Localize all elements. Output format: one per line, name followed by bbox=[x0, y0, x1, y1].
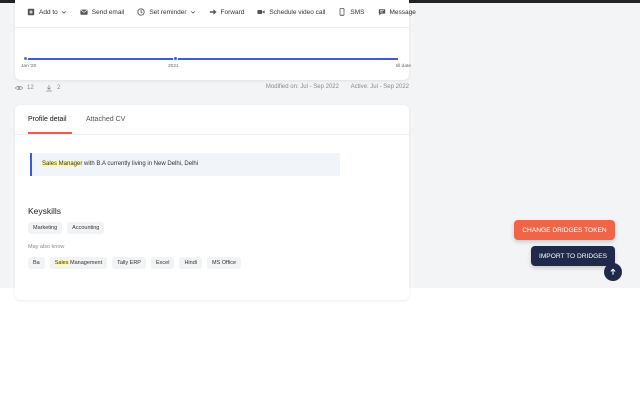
views-value: 12 bbox=[27, 85, 34, 91]
chat-icon bbox=[378, 9, 385, 16]
set-reminder-button[interactable]: Set reminder bbox=[137, 8, 195, 16]
forward-arrow-icon bbox=[209, 9, 217, 15]
action-toolbar: Add to Send email Set reminder Forward S… bbox=[27, 5, 429, 19]
skill-chip: Ba bbox=[28, 257, 45, 269]
sms-label: SMS bbox=[350, 8, 365, 16]
skill-chip: Sales Management bbox=[49, 257, 108, 269]
summary-highlight: Sales Manager bbox=[42, 161, 83, 167]
message-button[interactable]: Message bbox=[378, 8, 416, 16]
bookmark-add-icon bbox=[27, 8, 35, 16]
download-icon bbox=[46, 84, 52, 92]
may-also-know-label: May also know bbox=[28, 244, 65, 250]
forward-button[interactable]: Forward bbox=[209, 8, 245, 16]
skill-chip: Excel bbox=[150, 257, 175, 269]
skill-chip: Accounting bbox=[67, 222, 105, 234]
import-to-dridges-button[interactable]: IMPORT TO DRIDGES bbox=[531, 246, 615, 266]
divider bbox=[15, 27, 409, 28]
forward-label: Forward bbox=[220, 8, 245, 16]
timeline-mid-label: 2021 bbox=[168, 64, 179, 69]
timeline-mid-marker bbox=[173, 56, 178, 61]
modified-date: Modified on: Jul - Sep 2022 bbox=[265, 84, 339, 90]
profile-summary: Sales Manager with B.A currently living … bbox=[30, 153, 340, 176]
active-date: Active: Jul - Sep 2022 bbox=[350, 84, 409, 90]
active-tab-indicator bbox=[28, 132, 72, 134]
timeline-bar bbox=[26, 58, 398, 60]
skill-chip: MS Office bbox=[206, 257, 242, 269]
schedule-video-call-label: Schedule video call bbox=[269, 8, 326, 16]
video-camera-icon bbox=[257, 10, 265, 14]
downloads-count: 2 bbox=[45, 84, 60, 92]
profile-tabs: Profile detail Attached CV bbox=[15, 105, 409, 135]
eye-icon bbox=[15, 86, 23, 90]
downloads-value: 2 bbox=[57, 85, 61, 91]
schedule-video-call-button[interactable]: Schedule video call bbox=[257, 8, 325, 16]
message-label: Message bbox=[389, 8, 416, 16]
skill-chip: Hindi bbox=[179, 257, 202, 269]
set-reminder-label: Set reminder bbox=[149, 8, 187, 16]
keyskills-title: Keyskills bbox=[28, 206, 62, 216]
tab-profile-detail[interactable]: Profile detail bbox=[28, 116, 67, 123]
keyskills-list: Marketing Accounting bbox=[28, 222, 105, 234]
send-email-label: Send email bbox=[91, 8, 125, 16]
add-to-label: Add to bbox=[39, 8, 58, 16]
scroll-to-top-button[interactable] bbox=[604, 263, 622, 281]
skill-chip: Marketing bbox=[28, 222, 63, 234]
experience-timeline: Jan '20 2021 till date bbox=[21, 55, 411, 69]
also-known-skills-list: Ba Sales Management Tally ERP Excel Hind… bbox=[28, 257, 242, 269]
views-count: 12 bbox=[15, 84, 34, 92]
profile-card: Profile detail Attached CV Sales Manager… bbox=[15, 105, 409, 300]
add-to-button[interactable]: Add to bbox=[27, 8, 67, 16]
change-dridges-token-button[interactable]: CHANGE DRIDGES TOKEN bbox=[514, 220, 615, 240]
phone-icon bbox=[340, 8, 345, 16]
timeline-start-label: Jan '20 bbox=[21, 64, 37, 69]
email-icon bbox=[80, 9, 88, 15]
chevron-down-icon bbox=[61, 11, 66, 14]
actions-card: Add to Send email Set reminder Forward S… bbox=[15, 0, 416, 80]
arrow-up-icon bbox=[610, 268, 616, 275]
profile-dates: Modified on: Jul - Sep 2022 Active: Jul … bbox=[266, 84, 409, 90]
tab-attached-cv[interactable]: Attached CV bbox=[86, 116, 125, 123]
summary-text: with B.A currently living in New Delhi, … bbox=[82, 161, 199, 167]
timeline-end-label: till date bbox=[395, 64, 411, 69]
timeline-start-marker bbox=[23, 56, 28, 61]
chevron-down-icon bbox=[190, 11, 195, 14]
send-email-button[interactable]: Send email bbox=[80, 8, 125, 16]
profile-meta-row: 12 2 Modified on: Jul - Sep 2022 Active:… bbox=[15, 84, 409, 94]
skill-chip: Tally ERP bbox=[112, 257, 146, 269]
clock-icon bbox=[137, 8, 145, 16]
sms-button[interactable]: SMS bbox=[338, 8, 365, 16]
